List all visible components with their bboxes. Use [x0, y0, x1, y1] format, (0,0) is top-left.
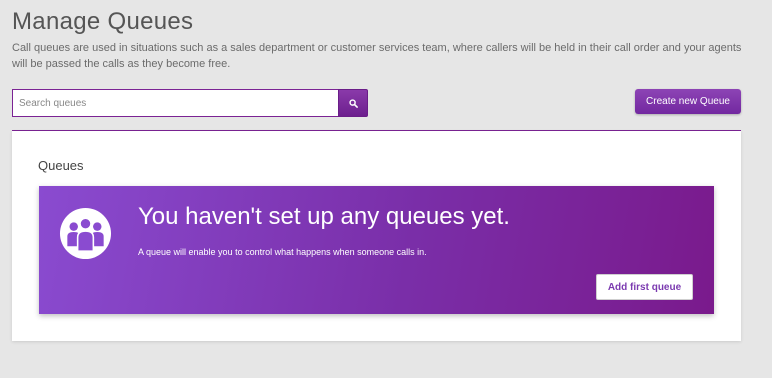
search-icon — [348, 98, 358, 108]
queues-panel: Queues You haven't set up any queues yet… — [12, 131, 741, 341]
empty-state-card: You haven't set up any queues yet. A que… — [39, 186, 714, 314]
manage-queues-page: Manage Queues Call queues are used in si… — [0, 0, 772, 378]
page-description: Call queues are used in situations such … — [12, 42, 742, 70]
empty-state-heading: You haven't set up any queues yet. — [138, 203, 510, 230]
search-input[interactable] — [12, 89, 338, 117]
search-button[interactable] — [338, 89, 368, 117]
page-title: Manage Queues — [12, 8, 194, 35]
add-first-queue-button[interactable]: Add first queue — [596, 274, 693, 300]
queues-panel-title: Queues — [38, 158, 84, 173]
group-users-icon — [59, 207, 112, 260]
create-new-queue-button[interactable]: Create new Queue — [635, 89, 741, 114]
search-bar — [12, 89, 368, 117]
empty-state-text: A queue will enable you to control what … — [138, 247, 427, 257]
